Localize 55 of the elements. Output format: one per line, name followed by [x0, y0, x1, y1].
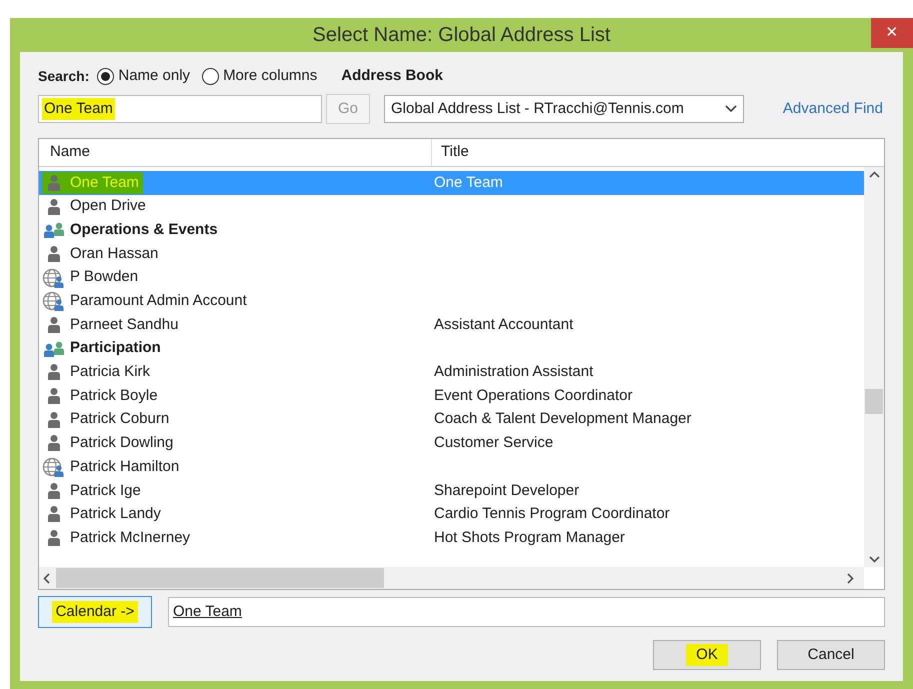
- contact-row[interactable]: Participation: [39, 336, 864, 360]
- column-header[interactable]: Name: [39, 139, 432, 166]
- column-header[interactable]: Title: [432, 139, 884, 166]
- search-field[interactable]: One Team: [38, 95, 322, 123]
- contact-row[interactable]: Patricia Kirk Administration Assistant: [39, 360, 864, 384]
- contact-row[interactable]: Operations & Events: [39, 218, 864, 242]
- contact-row[interactable]: Paramount Admin Account: [39, 289, 864, 314]
- recipient-field[interactable]: One Team: [168, 597, 885, 627]
- contact-row[interactable]: Parneet Sandhu Assistant Accountant: [39, 313, 864, 337]
- person-icon: [47, 316, 61, 334]
- contact-row[interactable]: Patrick Coburn Coach & Talent Development Manager: [39, 408, 864, 432]
- globe-person-icon: [42, 291, 66, 312]
- globe-person-icon: [42, 457, 66, 478]
- chevron-up-icon: [868, 171, 880, 178]
- advanced-find-link[interactable]: Advanced Find: [782, 98, 883, 120]
- person-icon: [47, 198, 61, 216]
- horizontal-scrollbar[interactable]: [39, 567, 864, 589]
- contact-row[interactable]: Patrick Hamilton: [39, 455, 864, 479]
- people-icon: [42, 221, 66, 240]
- people-icon: [42, 340, 66, 358]
- search-mode-radio[interactable]: More columns: [202, 64, 318, 88]
- globe-person-icon: [42, 268, 66, 288]
- person-icon: [47, 434, 61, 452]
- person-icon: [47, 410, 61, 429]
- person-icon: [47, 387, 61, 406]
- person-icon: [47, 363, 61, 382]
- close-button[interactable]: ✕: [871, 18, 913, 48]
- contact-row[interactable]: Oran Hassan: [39, 242, 864, 266]
- search-label: Search:: [38, 66, 90, 86]
- scroll-thumb[interactable]: [56, 568, 384, 588]
- dialog-button[interactable]: Cancel: [777, 640, 885, 670]
- contact-row[interactable]: Patrick McInerney Hot Shots Program Manager: [39, 526, 864, 550]
- scroll-thumb[interactable]: [865, 389, 883, 414]
- calendar-button[interactable]: Calendar ->: [38, 596, 152, 628]
- search-mode-radio[interactable]: Name only: [97, 64, 190, 88]
- contact-row[interactable]: Patrick Boyle Event Operations Coordinator: [39, 384, 864, 408]
- contact-row[interactable]: Open Drive: [39, 194, 864, 218]
- person-icon: [47, 482, 61, 500]
- address-book-dropdown[interactable]: Global Address List - RTracchi@Tennis.com: [384, 95, 744, 123]
- window-title: Select Name: Global Address List: [312, 23, 610, 48]
- vertical-scrollbar[interactable]: [864, 167, 884, 567]
- chevron-right-icon: [847, 572, 854, 584]
- contact-row[interactable]: Patrick Ige Sharepoint Developer: [39, 478, 864, 503]
- person-icon: [47, 244, 61, 263]
- dialog-button[interactable]: OK: [653, 640, 761, 670]
- contact-row[interactable]: P Bowden: [39, 266, 864, 290]
- contact-row[interactable]: Patrick Dowling Customer Service: [39, 432, 864, 456]
- person-icon: [47, 505, 61, 524]
- chevron-down-icon: [868, 556, 880, 563]
- chevron-left-icon: [43, 572, 50, 584]
- person-icon: [47, 529, 61, 548]
- address-book-label: Address Book: [341, 66, 443, 86]
- contact-row[interactable]: Patrick Landy Cardio Tennis Program Coordinator: [39, 502, 864, 526]
- chevron-down-icon: [725, 105, 737, 113]
- person-icon: [47, 174, 61, 192]
